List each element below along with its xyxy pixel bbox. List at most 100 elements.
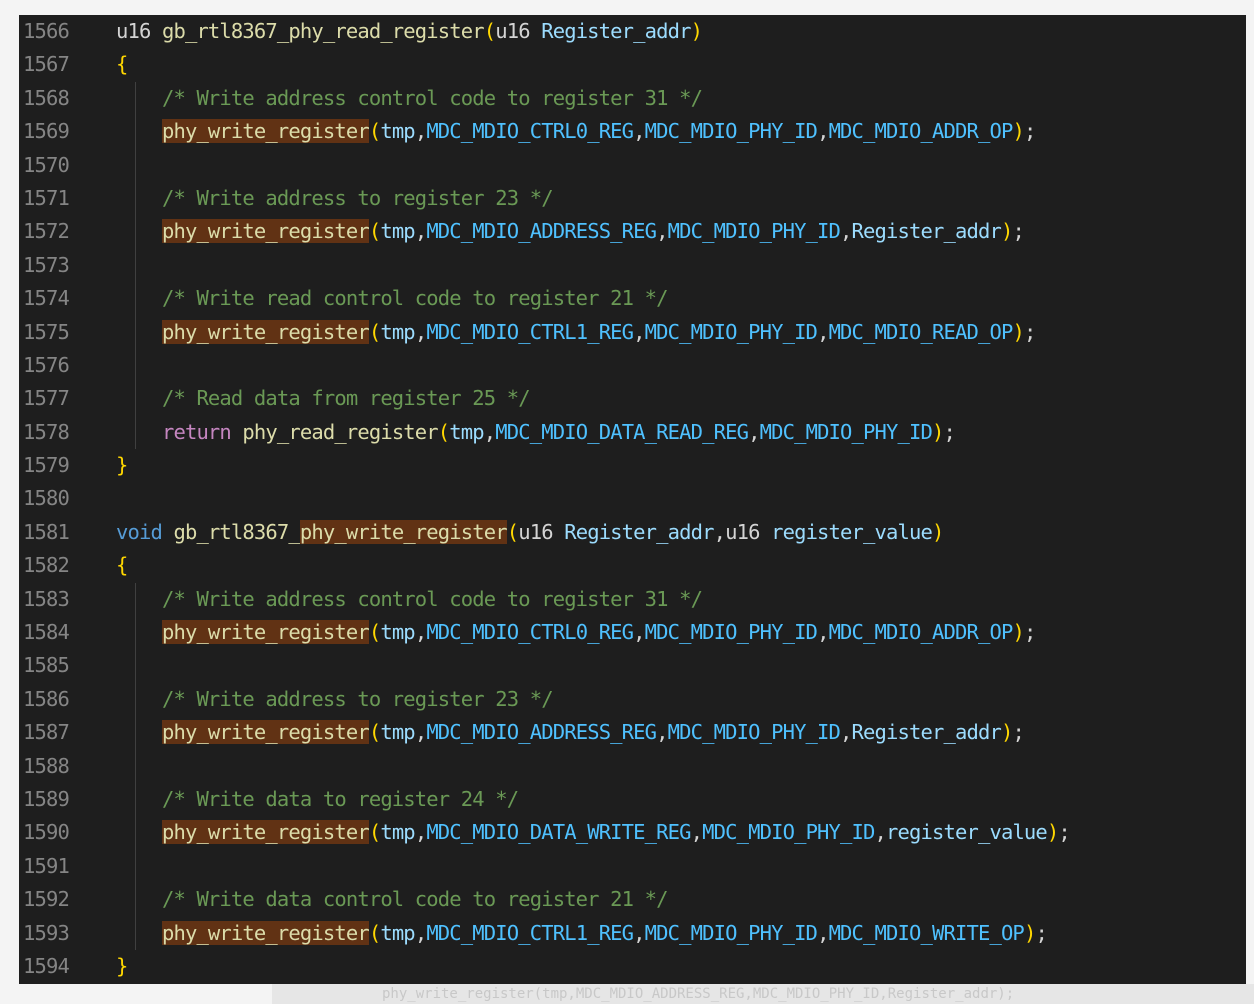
code-token: ) xyxy=(1012,319,1024,344)
code-token: ; xyxy=(1023,319,1036,344)
code-token: , xyxy=(633,620,645,645)
code-line[interactable]: 1589 /* Write data to register 24 */ xyxy=(19,783,1246,816)
code-line[interactable]: 1592 /* Write data control code to regis… xyxy=(19,883,1246,916)
code-text: void gb_rtl8367_phy_write_register(u16 R… xyxy=(116,516,944,549)
code-line[interactable]: 1567 { xyxy=(19,48,1246,81)
code-text: return phy_read_register(tmp,MDC_MDIO_DA… xyxy=(116,416,956,449)
code-token: , xyxy=(633,119,645,144)
code-line[interactable]: 1577 /* Read data from register 25 */ xyxy=(19,382,1246,415)
code-token: , xyxy=(817,920,829,945)
code-token: /* Write address to register 23 */ xyxy=(116,185,554,210)
code-token: , xyxy=(690,820,703,845)
code-token: tmp xyxy=(380,720,415,745)
line-number: 1569 xyxy=(23,119,70,144)
code-line[interactable]: 1581 void gb_rtl8367_phy_write_register(u… xyxy=(19,516,1246,549)
code-token: ( xyxy=(368,119,381,144)
indent-guide xyxy=(135,81,136,450)
code-token: phy_write_register xyxy=(161,820,370,845)
code-line[interactable]: 1580 xyxy=(19,482,1246,515)
code-line[interactable]: 1583 /* Write address control code to re… xyxy=(19,583,1246,616)
code-token: } xyxy=(116,953,128,978)
code-line[interactable]: 1584 phy_write_register(tmp,MDC_MDIO_CTR… xyxy=(19,616,1246,649)
line-number: 1567 xyxy=(23,52,70,77)
line-number: 1578 xyxy=(23,419,70,444)
code-token: } xyxy=(116,453,128,478)
code-token: MDC_MDIO_PHY_ID xyxy=(644,119,818,144)
code-line[interactable]: 1594} xyxy=(19,950,1246,983)
code-token: , xyxy=(414,720,427,745)
code-text: /* Write address to register 23 */ xyxy=(116,182,554,215)
line-number: 1573 xyxy=(23,252,70,277)
line-number: 1566 xyxy=(23,19,70,43)
line-number: 1594 xyxy=(23,953,70,978)
code-token: gb_rtl8367_phy_read_register xyxy=(161,19,485,43)
code-line[interactable]: 1566 u16 gb_rtl8367_phy_read_register(u16… xyxy=(19,15,1246,48)
code-token: ; xyxy=(1035,920,1047,945)
code-token: , xyxy=(414,219,427,244)
code-line[interactable]: 1578 return phy_read_register(tmp,MDC_MD… xyxy=(19,416,1246,449)
code-token: , xyxy=(414,319,427,344)
code-line[interactable]: 1571 /* Write address to register 23 */ xyxy=(19,182,1246,215)
code-line[interactable]: 1568 /* Write address control code to re… xyxy=(19,82,1246,115)
code-token: tmp xyxy=(380,820,415,845)
code-token: ; xyxy=(1012,219,1024,244)
code-token: phy_write_register xyxy=(161,319,370,344)
line-number: 1585 xyxy=(23,653,70,678)
code-text: phy_write_register(tmp,MDC_MDIO_CTRL1_RE… xyxy=(116,917,1048,950)
code-line[interactable]: 1573 xyxy=(19,249,1246,282)
code-token: u16 xyxy=(518,519,565,544)
code-line[interactable]: 1572 phy_write_register(tmp,MDC_MDIO_ADD… xyxy=(19,215,1246,248)
code-token: MDC_MDIO_PHY_ID xyxy=(644,319,818,344)
line-number: 1592 xyxy=(23,887,70,912)
line-number: 1588 xyxy=(23,753,70,778)
code-line[interactable]: 1588 xyxy=(19,750,1246,783)
code-token: phy_read_register xyxy=(242,419,438,444)
code-line[interactable]: 1579} xyxy=(19,449,1246,482)
line-number: 1571 xyxy=(23,185,70,210)
code-line[interactable]: 1590 phy_write_register(tmp,MDC_MDIO_DAT… xyxy=(19,816,1246,849)
code-line[interactable]: 1582 { xyxy=(19,549,1246,582)
code-token: /* Write address control code to registe… xyxy=(116,586,703,611)
code-text: } xyxy=(116,449,128,482)
code-line[interactable]: 1586 /* Write address to register 23 */ xyxy=(19,683,1246,716)
code-line[interactable]: 1591 xyxy=(19,850,1246,883)
indent-guide xyxy=(135,582,136,951)
code-token: /* Read data from register 25 */ xyxy=(116,386,531,411)
code-text: { xyxy=(116,549,128,582)
code-line[interactable]: 1576 xyxy=(19,349,1246,382)
code-token: ) xyxy=(931,519,944,544)
code-line[interactable]: 1570 xyxy=(19,149,1246,182)
code-token: , xyxy=(713,519,726,544)
code-text: /* Write data control code to register 2… xyxy=(116,883,669,916)
code-line[interactable]: 1587 phy_write_register(tmp,MDC_MDIO_ADD… xyxy=(19,716,1246,749)
code-token: MDC_MDIO_CTRL1_REG xyxy=(426,920,634,945)
code-token: phy_write_register xyxy=(161,119,370,144)
code-token: ) xyxy=(1012,119,1024,144)
code-token: MDC_MDIO_ADDRESS_REG xyxy=(426,219,657,244)
code-token: , xyxy=(633,920,645,945)
line-number: 1590 xyxy=(23,820,70,845)
code-token: ( xyxy=(368,219,381,244)
code-token: ) xyxy=(1000,219,1013,244)
code-token: /* Write data control code to register 2… xyxy=(116,887,669,912)
code-line[interactable]: 1593 phy_write_register(tmp,MDC_MDIO_CTR… xyxy=(19,917,1246,950)
code-text: /* Write data to register 24 */ xyxy=(116,783,519,816)
code-line[interactable]: 1585 xyxy=(19,649,1246,682)
code-line[interactable]: 1575 phy_write_register(tmp,MDC_MDIO_CTR… xyxy=(19,316,1246,349)
code-editor[interactable]: 1566 u16 gb_rtl8367_phy_read_register(u16… xyxy=(19,15,1246,984)
code-line[interactable]: 1569 phy_write_register(tmp,MDC_MDIO_CTR… xyxy=(19,115,1246,148)
code-token: ) xyxy=(932,419,944,444)
code-token: MDC_MDIO_DATA_READ_REG xyxy=(495,419,749,444)
code-token: , xyxy=(414,920,427,945)
code-token: gb_rtl8367_ xyxy=(173,519,300,544)
code-token: Register_addr xyxy=(564,519,714,544)
code-line[interactable]: 1574 /* Write read control code to regis… xyxy=(19,282,1246,315)
line-number: 1589 xyxy=(23,786,70,811)
code-token: tmp xyxy=(449,419,484,444)
line-number: 1577 xyxy=(23,386,70,411)
line-number: 1575 xyxy=(23,319,70,344)
code-token: ; xyxy=(943,419,956,444)
